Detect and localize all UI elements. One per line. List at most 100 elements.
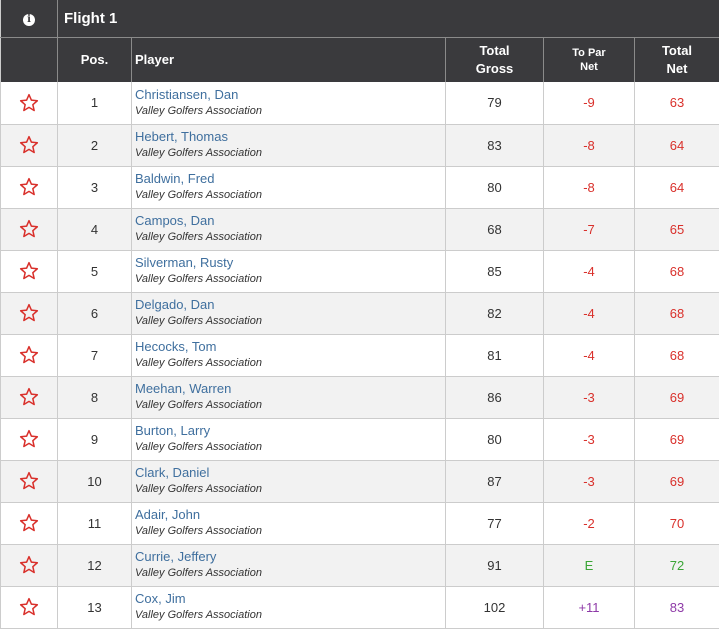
favorite-cell[interactable]: [1, 124, 58, 166]
leaderboard-table: i Flight 1 Pos. Player Total Gross To Pa…: [0, 0, 719, 629]
favorite-cell[interactable]: [1, 502, 58, 544]
total-net-cell: 69: [635, 460, 719, 502]
total-gross-cell: 80: [446, 166, 544, 208]
total-net-cell: 68: [635, 334, 719, 376]
total-net-cell: 83: [635, 586, 719, 628]
header-total-net-line1: Total: [635, 42, 719, 60]
favorite-cell[interactable]: [1, 460, 58, 502]
table-row: 7 Hecocks, Tom Valley Golfers Associatio…: [1, 334, 719, 376]
table-row: 6 Delgado, Dan Valley Golfers Associatio…: [1, 292, 719, 334]
star-icon[interactable]: [19, 177, 39, 197]
player-cell: Adair, John Valley Golfers Association: [132, 502, 446, 544]
star-icon[interactable]: [19, 513, 39, 533]
star-icon[interactable]: [19, 219, 39, 239]
player-cell: Delgado, Dan Valley Golfers Association: [132, 292, 446, 334]
to-par-net-cell: -4: [544, 334, 635, 376]
star-icon[interactable]: [19, 261, 39, 281]
player-club: Valley Golfers Association: [135, 187, 445, 203]
star-icon[interactable]: [19, 303, 39, 323]
info-cell[interactable]: i: [1, 0, 58, 37]
to-par-net-cell: -8: [544, 124, 635, 166]
table-row: 8 Meehan, Warren Valley Golfers Associat…: [1, 376, 719, 418]
position-cell: 3: [58, 166, 132, 208]
player-club: Valley Golfers Association: [135, 103, 445, 119]
star-icon[interactable]: [19, 93, 39, 113]
player-name-link[interactable]: Adair, John: [135, 507, 445, 523]
leaderboard-body: 1 Christiansen, Dan Valley Golfers Assoc…: [1, 82, 719, 628]
player-club: Valley Golfers Association: [135, 229, 445, 245]
star-icon[interactable]: [19, 135, 39, 155]
header-favorite: [1, 37, 58, 82]
star-icon[interactable]: [19, 555, 39, 575]
player-cell: Meehan, Warren Valley Golfers Associatio…: [132, 376, 446, 418]
column-header-row: Pos. Player Total Gross To Par Net Total…: [1, 37, 719, 82]
total-gross-cell: 82: [446, 292, 544, 334]
player-club: Valley Golfers Association: [135, 523, 445, 539]
player-cell: Hebert, Thomas Valley Golfers Associatio…: [132, 124, 446, 166]
star-icon[interactable]: [19, 345, 39, 365]
favorite-cell[interactable]: [1, 292, 58, 334]
player-name-link[interactable]: Hebert, Thomas: [135, 129, 445, 145]
player-name-link[interactable]: Campos, Dan: [135, 213, 445, 229]
table-row: 5 Silverman, Rusty Valley Golfers Associ…: [1, 250, 719, 292]
favorite-cell[interactable]: [1, 418, 58, 460]
header-player[interactable]: Player: [132, 37, 446, 82]
player-name-link[interactable]: Meehan, Warren: [135, 381, 445, 397]
favorite-cell[interactable]: [1, 166, 58, 208]
favorite-cell[interactable]: [1, 82, 58, 124]
position-cell: 13: [58, 586, 132, 628]
position-cell: 2: [58, 124, 132, 166]
player-name-link[interactable]: Cox, Jim: [135, 591, 445, 607]
player-club: Valley Golfers Association: [135, 397, 445, 413]
total-net-cell: 70: [635, 502, 719, 544]
header-total-gross[interactable]: Total Gross: [446, 37, 544, 82]
player-name-link[interactable]: Clark, Daniel: [135, 465, 445, 481]
player-club: Valley Golfers Association: [135, 145, 445, 161]
favorite-cell[interactable]: [1, 586, 58, 628]
star-icon[interactable]: [19, 471, 39, 491]
player-name-link[interactable]: Hecocks, Tom: [135, 339, 445, 355]
header-to-par-net[interactable]: To Par Net: [544, 37, 635, 82]
player-name-link[interactable]: Christiansen, Dan: [135, 87, 445, 103]
to-par-net-cell: -3: [544, 460, 635, 502]
table-row: 4 Campos, Dan Valley Golfers Association…: [1, 208, 719, 250]
position-cell: 7: [58, 334, 132, 376]
header-total-net-line2: Net: [635, 60, 719, 78]
total-gross-cell: 68: [446, 208, 544, 250]
position-cell: 6: [58, 292, 132, 334]
player-name-link[interactable]: Currie, Jeffery: [135, 549, 445, 565]
table-row: 10 Clark, Daniel Valley Golfers Associat…: [1, 460, 719, 502]
total-gross-cell: 77: [446, 502, 544, 544]
star-icon[interactable]: [19, 429, 39, 449]
to-par-net-cell: -7: [544, 208, 635, 250]
star-icon[interactable]: [19, 387, 39, 407]
favorite-cell[interactable]: [1, 334, 58, 376]
star-icon[interactable]: [19, 597, 39, 617]
total-gross-cell: 83: [446, 124, 544, 166]
player-name-link[interactable]: Silverman, Rusty: [135, 255, 445, 271]
player-club: Valley Golfers Association: [135, 271, 445, 287]
player-name-link[interactable]: Delgado, Dan: [135, 297, 445, 313]
total-net-cell: 72: [635, 544, 719, 586]
player-name-link[interactable]: Baldwin, Fred: [135, 171, 445, 187]
player-name-link[interactable]: Burton, Larry: [135, 423, 445, 439]
header-pos[interactable]: Pos.: [58, 37, 132, 82]
table-row: 11 Adair, John Valley Golfers Associatio…: [1, 502, 719, 544]
total-gross-cell: 87: [446, 460, 544, 502]
to-par-net-cell: E: [544, 544, 635, 586]
header-total-net[interactable]: Total Net: [635, 37, 719, 82]
info-icon[interactable]: i: [23, 14, 35, 26]
player-cell: Silverman, Rusty Valley Golfers Associat…: [132, 250, 446, 292]
favorite-cell[interactable]: [1, 250, 58, 292]
header-total-gross-line1: Total: [446, 42, 543, 60]
total-net-cell: 64: [635, 124, 719, 166]
table-row: 2 Hebert, Thomas Valley Golfers Associat…: [1, 124, 719, 166]
to-par-net-cell: -3: [544, 376, 635, 418]
player-cell: Burton, Larry Valley Golfers Association: [132, 418, 446, 460]
table-row: 13 Cox, Jim Valley Golfers Association 1…: [1, 586, 719, 628]
total-net-cell: 68: [635, 250, 719, 292]
favorite-cell[interactable]: [1, 208, 58, 250]
favorite-cell[interactable]: [1, 544, 58, 586]
favorite-cell[interactable]: [1, 376, 58, 418]
player-club: Valley Golfers Association: [135, 481, 445, 497]
